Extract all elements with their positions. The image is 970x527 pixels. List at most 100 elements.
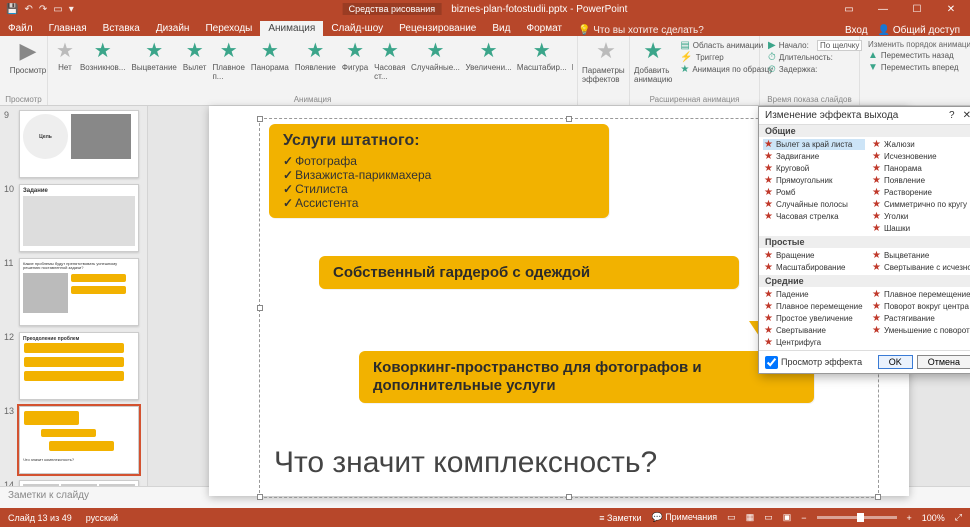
anim-item[interactable]: ★Увеличени...: [465, 41, 511, 91]
anim-item[interactable]: ★Плавное п...: [212, 41, 244, 91]
anim-item[interactable]: ★Масштабир...: [518, 41, 566, 91]
anim-item[interactable]: ★Выцветание: [131, 41, 176, 91]
effect-item[interactable]: ★Ромб: [763, 187, 865, 198]
anim-item[interactable]: ★Фигура: [342, 41, 368, 91]
notes-toggle[interactable]: ≡ Заметки: [599, 513, 641, 523]
anim-item[interactable]: ★Случайные...: [411, 41, 459, 91]
effect-options-button[interactable]: ★ Параметры эффектов: [582, 38, 630, 84]
dialog-titlebar[interactable]: Изменение эффекта выхода ?✕: [759, 107, 970, 125]
anim-none[interactable]: ★Нет: [56, 41, 74, 91]
effect-item[interactable]: ★Растворение: [871, 187, 970, 198]
start-dropdown[interactable]: ▶Начало: По щелчку: [768, 40, 851, 51]
effect-item[interactable]: ★Часовая стрелка: [763, 211, 865, 222]
effect-item[interactable]: ★Выцветание: [871, 250, 970, 261]
slide-thumbnail[interactable]: 10 Задание: [4, 184, 143, 252]
anim-item[interactable]: ★Появление: [295, 41, 336, 91]
dialog-close-icon[interactable]: ✕: [963, 110, 970, 121]
tab-file[interactable]: Файл: [0, 21, 41, 36]
effect-item[interactable]: ★Масштабирование: [763, 262, 865, 273]
slideshow-view-icon[interactable]: ▣: [783, 512, 792, 523]
effect-item[interactable]: ★Исчезновение: [871, 151, 970, 162]
add-animation-button[interactable]: ★ Добавить анимацию: [634, 38, 672, 84]
zoom-in-icon[interactable]: +: [907, 513, 912, 523]
anim-item[interactable]: ★Панорама: [251, 41, 289, 91]
tab-animations[interactable]: Анимация: [260, 21, 323, 36]
dialog-help-icon[interactable]: ?: [949, 110, 955, 121]
effect-item[interactable]: ★Задвигание: [763, 151, 865, 162]
tab-home[interactable]: Главная: [41, 21, 95, 36]
ribbon-options-icon[interactable]: ▭: [834, 4, 864, 15]
effect-item[interactable]: ★Растягивание: [871, 313, 970, 324]
tab-view[interactable]: Вид: [484, 21, 518, 36]
effect-item-selected[interactable]: ★Вылет за край листа: [763, 139, 865, 150]
sign-in-link[interactable]: Вход: [845, 25, 868, 36]
effect-item[interactable]: ★Уголки: [871, 211, 970, 222]
ok-button[interactable]: OK: [878, 355, 913, 369]
effect-item[interactable]: ★Симметрично по кругу: [871, 199, 970, 210]
effect-item[interactable]: ★Свертывание: [763, 325, 865, 336]
slide-thumbnail[interactable]: 14: [4, 480, 143, 486]
effect-item[interactable]: ★Свертывание с исчезновением: [871, 262, 970, 273]
effect-item[interactable]: ★Прямоугольник: [763, 175, 865, 186]
effect-item[interactable]: ★Поворот вокруг центра: [871, 301, 970, 312]
slide-thumbnail-panel[interactable]: 9 Цель 10 Задание 11 Какие проблемы буду…: [0, 106, 148, 486]
content-box-wardrobe[interactable]: Собственный гардероб с одеждой: [319, 256, 739, 289]
close-icon[interactable]: ✕: [936, 4, 966, 15]
effect-item[interactable]: ★Уменьшение с поворотом: [871, 325, 970, 336]
effect-item[interactable]: ★Плавное перемещение вниз: [763, 301, 865, 312]
slide-title-text[interactable]: Что значит комплексность?: [274, 446, 657, 480]
effect-item[interactable]: ★Вращение: [763, 250, 865, 261]
slide-counter[interactable]: Слайд 13 из 49: [8, 513, 72, 523]
effect-item[interactable]: ★Панорама: [871, 163, 970, 174]
cancel-button[interactable]: Отмена: [917, 355, 970, 369]
preview-button[interactable]: ▶ Просмотр: [4, 38, 52, 75]
move-earlier-button[interactable]: ▲Переместить назад: [868, 50, 962, 61]
minimize-icon[interactable]: —: [868, 4, 898, 15]
anim-item[interactable]: ★Возникнов...: [80, 41, 126, 91]
slide-thumbnail[interactable]: 9 Цель: [4, 110, 143, 178]
anim-item[interactable]: ★Часовая ст...: [374, 41, 405, 91]
share-button[interactable]: 👤 Общий доступ: [878, 25, 960, 36]
tab-slideshow[interactable]: Слайд-шоу: [323, 21, 391, 36]
content-box-coworking[interactable]: Коворкинг-пространство для фотографов и …: [359, 351, 814, 403]
effect-item[interactable]: ★Шашки: [871, 223, 970, 234]
preview-effect-checkbox[interactable]: Просмотр эффекта: [765, 356, 862, 369]
slide-editor[interactable]: Услуги штатного: ✓Фотографа ✓Визажиста-п…: [148, 106, 970, 486]
slide-thumbnail[interactable]: 11 Какие проблемы будут препятствовать у…: [4, 258, 143, 326]
comments-toggle[interactable]: 💬 Примечания: [651, 512, 717, 523]
tab-design[interactable]: Дизайн: [148, 21, 198, 36]
tell-me-search[interactable]: 💡 Что вы хотите сделать?: [578, 25, 704, 36]
effect-item[interactable]: ★Центрифуга: [763, 337, 865, 348]
effect-item[interactable]: ★Жалюзи: [871, 139, 970, 150]
slide-thumbnail[interactable]: 12 Преодоление проблем: [4, 332, 143, 400]
tab-insert[interactable]: Вставка: [95, 21, 148, 36]
redo-icon[interactable]: ↷: [39, 4, 47, 15]
effect-item[interactable]: ★Плавное перемещение вверх: [871, 289, 970, 300]
fit-to-window-icon[interactable]: ⤢: [955, 512, 962, 523]
tab-review[interactable]: Рецензирование: [391, 21, 484, 36]
content-box-services[interactable]: Услуги штатного: ✓Фотографа ✓Визажиста-п…: [269, 124, 609, 218]
sorter-view-icon[interactable]: ▦: [746, 512, 755, 523]
effect-item[interactable]: ★Случайные полосы: [763, 199, 865, 210]
slide-thumbnail-current[interactable]: 13 Что значит комплексность?: [4, 406, 143, 474]
move-later-button[interactable]: ▼Переместить вперед: [868, 62, 962, 73]
maximize-icon[interactable]: ☐: [902, 4, 932, 15]
start-slideshow-icon[interactable]: ▭: [53, 4, 62, 15]
save-icon[interactable]: 💾: [6, 4, 18, 15]
duration-field[interactable]: ⏱Длительность:: [768, 52, 851, 63]
normal-view-icon[interactable]: ▭: [727, 512, 736, 523]
effect-item[interactable]: ★Простое увеличение: [763, 313, 865, 324]
qat-more-icon[interactable]: ▾: [69, 4, 74, 15]
effect-item[interactable]: ★Круговой: [763, 163, 865, 174]
zoom-out-icon[interactable]: −: [801, 513, 806, 523]
anim-item[interactable]: ★Вылет: [183, 41, 207, 91]
anim-item[interactable]: ★Вращение: [572, 41, 573, 91]
zoom-level[interactable]: 100%: [922, 513, 945, 523]
reading-view-icon[interactable]: ▭: [764, 512, 773, 523]
tab-transitions[interactable]: Переходы: [197, 21, 260, 36]
undo-icon[interactable]: ↶: [24, 4, 32, 15]
zoom-slider[interactable]: [817, 516, 897, 519]
language-indicator[interactable]: русский: [86, 513, 118, 523]
tab-format[interactable]: Формат: [518, 21, 570, 36]
delay-field[interactable]: ⏲Задержка:: [768, 64, 851, 75]
